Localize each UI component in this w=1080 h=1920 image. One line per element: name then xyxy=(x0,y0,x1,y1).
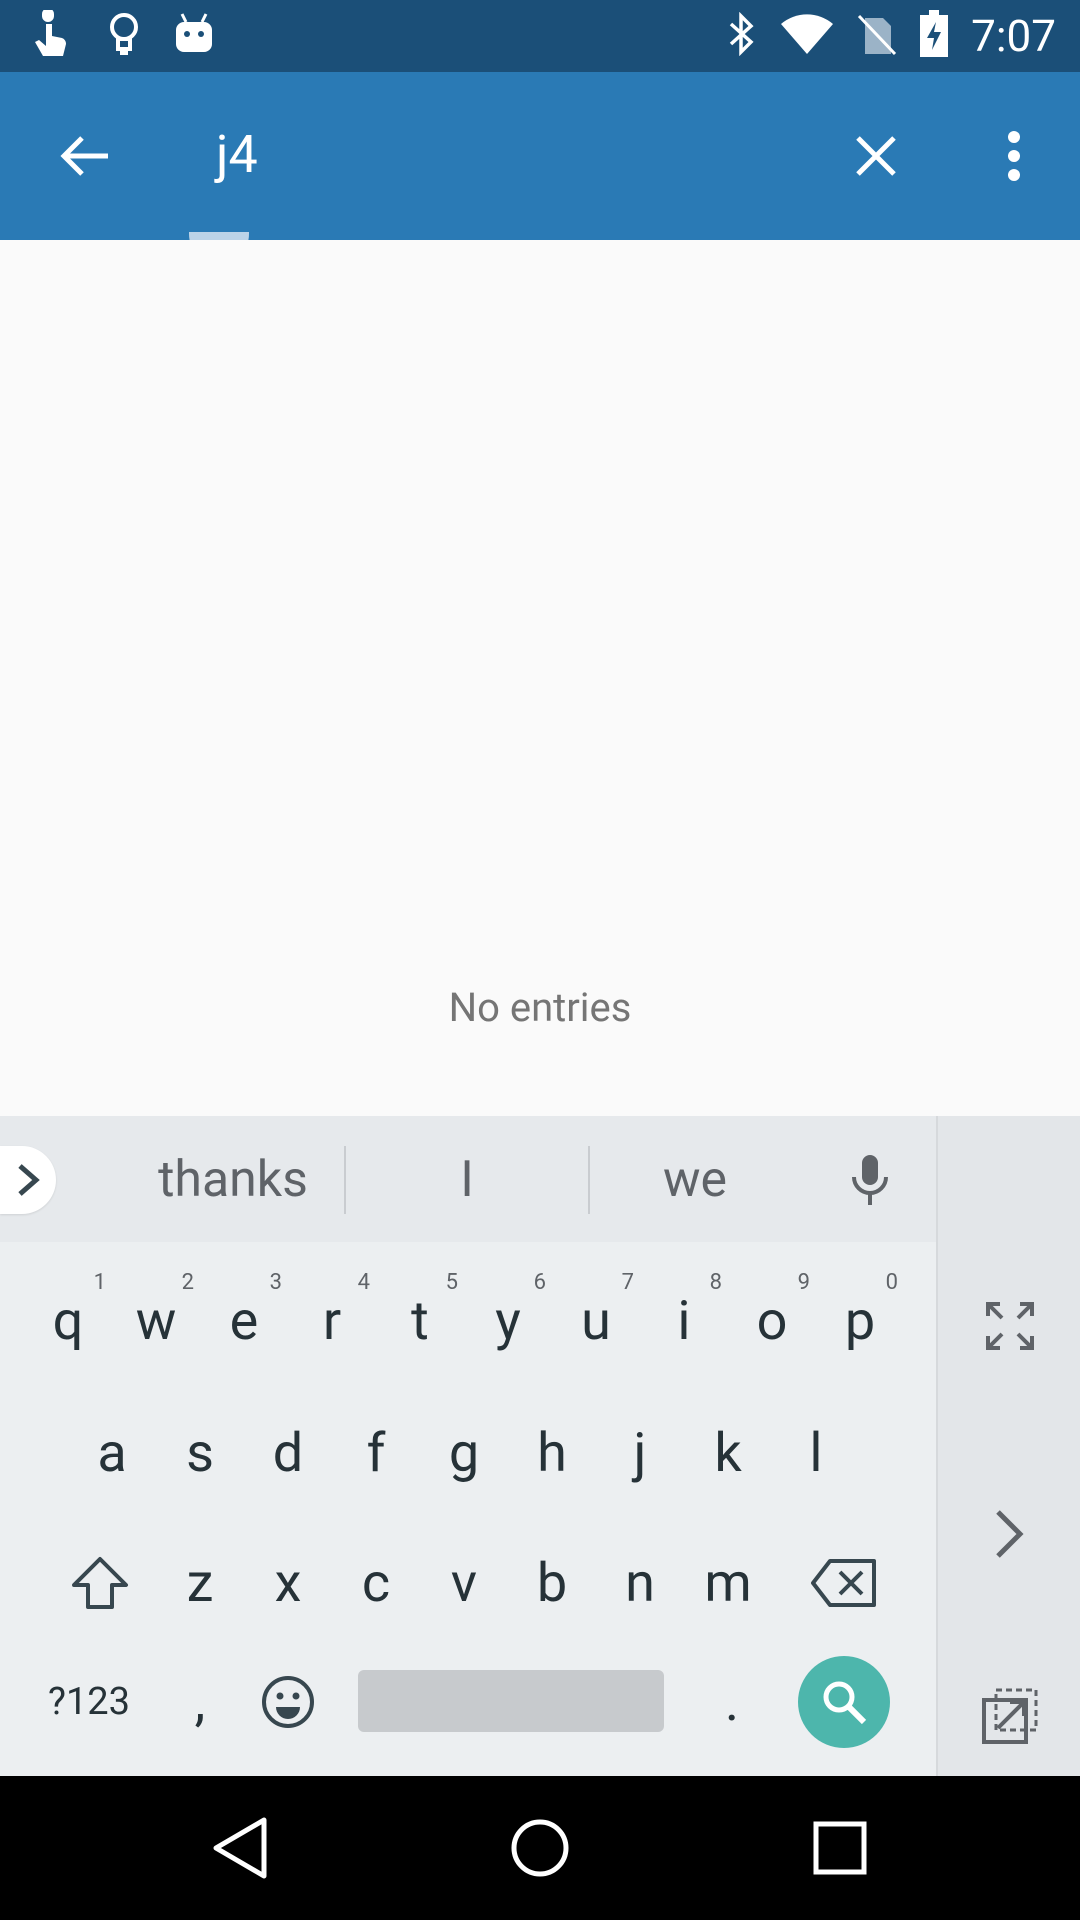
microphone-icon xyxy=(852,1155,888,1205)
overflow-menu-button[interactable] xyxy=(970,112,1058,200)
key-c[interactable]: c xyxy=(332,1528,420,1638)
suggestion-item[interactable]: we xyxy=(590,1146,800,1214)
key-y[interactable]: y6 xyxy=(464,1266,552,1376)
bluetooth-icon xyxy=(727,11,757,60)
key-g[interactable]: g xyxy=(420,1398,508,1508)
home-icon xyxy=(511,1819,569,1877)
empty-state-text: No entries xyxy=(448,984,632,1031)
recents-icon xyxy=(813,1821,867,1875)
backspace-key[interactable] xyxy=(784,1528,904,1638)
key-b[interactable]: b xyxy=(508,1528,596,1638)
search-app-bar: j4 xyxy=(0,72,1080,240)
key-h[interactable]: h xyxy=(508,1398,596,1508)
key-l[interactable]: l xyxy=(772,1398,860,1508)
emoji-key[interactable] xyxy=(244,1656,332,1748)
key-q[interactable]: q1 xyxy=(24,1266,112,1376)
nav-back-button[interactable] xyxy=(190,1798,290,1898)
back-button[interactable] xyxy=(40,112,128,200)
symbols-key[interactable]: ?123 xyxy=(24,1656,154,1748)
results-list: No entries xyxy=(0,240,1080,1116)
status-time: 7:07 xyxy=(971,10,1056,62)
wifi-icon xyxy=(779,12,835,60)
clear-search-button[interactable] xyxy=(832,112,920,200)
backspace-icon xyxy=(811,1559,876,1607)
back-icon xyxy=(213,1817,267,1879)
arrow-back-icon xyxy=(60,136,108,176)
key-z[interactable]: z xyxy=(156,1528,244,1638)
voice-input-button[interactable] xyxy=(830,1146,910,1214)
nav-home-button[interactable] xyxy=(490,1798,590,1898)
key-f[interactable]: f xyxy=(332,1398,420,1508)
key-r[interactable]: r4 xyxy=(288,1266,376,1376)
key-u[interactable]: u7 xyxy=(552,1266,640,1376)
key-p[interactable]: p0 xyxy=(816,1266,904,1376)
search-icon xyxy=(823,1681,867,1725)
battery-charging-icon xyxy=(919,10,949,62)
period-key[interactable]: . xyxy=(688,1656,776,1748)
open-in-new-icon xyxy=(982,1688,1038,1744)
suggestion-strip: thanks I we xyxy=(0,1116,936,1242)
android-icon xyxy=(174,12,214,60)
key-d[interactable]: d xyxy=(244,1398,332,1508)
keyboard-side-panel xyxy=(936,1116,1080,1776)
chevron-right-icon xyxy=(996,1510,1024,1558)
shift-icon xyxy=(72,1557,128,1609)
key-x[interactable]: x xyxy=(244,1528,332,1638)
fullscreen-button[interactable] xyxy=(938,1266,1080,1386)
search-input[interactable]: j4 xyxy=(216,124,258,185)
key-o[interactable]: o9 xyxy=(728,1266,816,1376)
key-j[interactable]: j xyxy=(596,1398,684,1508)
soft-keyboard: thanks I we q1 w2 e3 r4 t5 y6 u7 i8 o9 p… xyxy=(0,1116,1080,1776)
shift-key[interactable] xyxy=(44,1528,156,1638)
space-key[interactable] xyxy=(358,1670,664,1732)
no-sim-icon xyxy=(857,12,897,60)
next-button[interactable] xyxy=(938,1474,1080,1594)
touch-gesture-icon xyxy=(28,8,74,62)
lightbulb-icon xyxy=(108,11,140,61)
popout-button[interactable] xyxy=(938,1656,1080,1776)
nav-recents-button[interactable] xyxy=(790,1798,890,1898)
navigation-bar xyxy=(0,1776,1080,1920)
emoji-icon xyxy=(262,1676,314,1728)
more-vert-icon xyxy=(1008,131,1020,181)
key-k[interactable]: k xyxy=(684,1398,772,1508)
key-a[interactable]: a xyxy=(68,1398,156,1508)
key-m[interactable]: m xyxy=(684,1528,772,1638)
key-i[interactable]: i8 xyxy=(640,1266,728,1376)
key-s[interactable]: s xyxy=(156,1398,244,1508)
suggestion-item[interactable]: thanks xyxy=(120,1146,346,1214)
comma-key[interactable]: , xyxy=(156,1656,244,1748)
expand-toolbar-button[interactable] xyxy=(0,1146,56,1214)
key-n[interactable]: n xyxy=(596,1528,684,1638)
chevron-right-icon xyxy=(18,1164,40,1196)
key-w[interactable]: w2 xyxy=(112,1266,200,1376)
search-action-key[interactable] xyxy=(798,1656,890,1748)
key-e[interactable]: e3 xyxy=(200,1266,288,1376)
fullscreen-icon xyxy=(986,1302,1034,1350)
key-v[interactable]: v xyxy=(420,1528,508,1638)
close-icon xyxy=(856,136,896,176)
status-bar: 7:07 xyxy=(0,0,1080,72)
key-t[interactable]: t5 xyxy=(376,1266,464,1376)
suggestion-item[interactable]: I xyxy=(346,1146,588,1214)
